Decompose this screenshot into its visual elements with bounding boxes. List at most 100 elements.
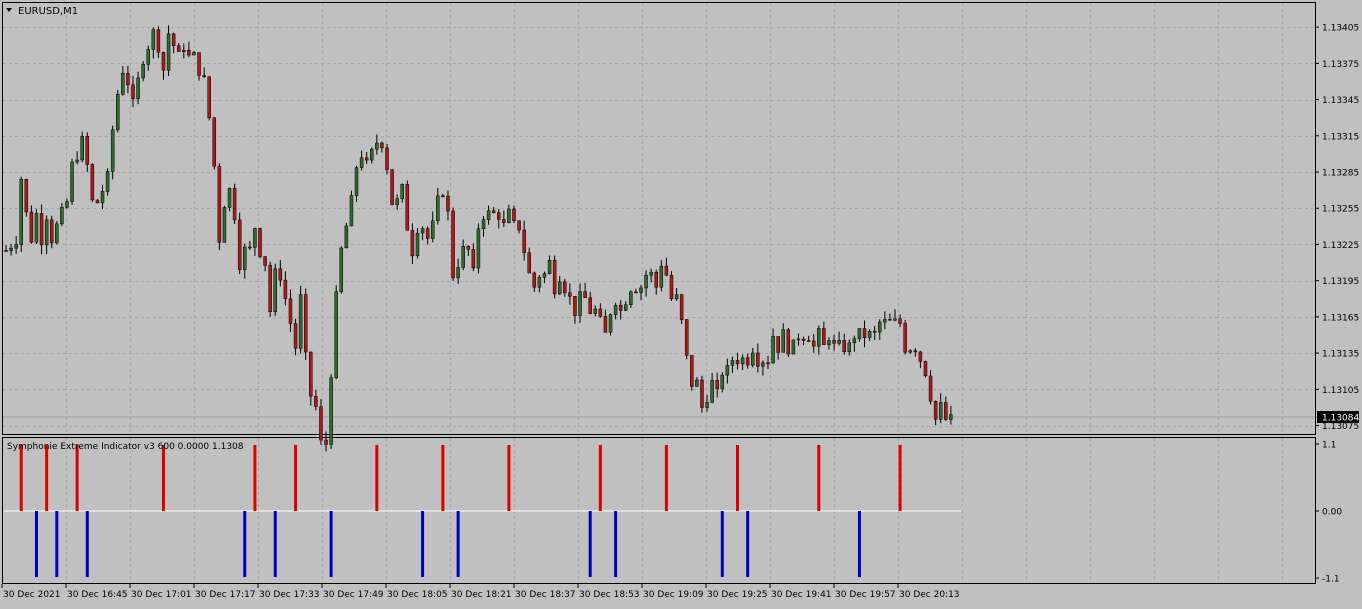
candle (735, 360, 740, 365)
candle (751, 352, 755, 366)
candle (121, 72, 125, 95)
candle (451, 210, 455, 279)
candle (456, 267, 460, 279)
candle (710, 380, 714, 403)
indicator-tick-label: 1.1 (1322, 441, 1336, 451)
indicator-bars (4, 445, 962, 577)
candle (4, 250, 8, 252)
candle (410, 230, 415, 257)
candle (283, 279, 288, 300)
price-tag-text: 1.13084 (1322, 414, 1359, 424)
candle (237, 219, 242, 270)
candle (878, 321, 882, 333)
candle (613, 304, 618, 315)
candle (629, 291, 633, 305)
candle (781, 329, 785, 353)
candle (476, 228, 481, 269)
price-axis: 1.13405 1.13375 1.13345 1.13315 1.13285 1.132… (1315, 24, 1359, 432)
candle (811, 340, 816, 347)
candle (273, 268, 277, 312)
price-tick-label: 1.13225 (1322, 241, 1359, 251)
candle (776, 336, 780, 353)
candle (415, 232, 420, 257)
candle (944, 402, 948, 420)
candle (913, 350, 918, 353)
candle (522, 229, 526, 253)
candle (918, 351, 923, 362)
time-tick-label: 30 Dec 18:05 (387, 590, 448, 600)
candle (639, 287, 643, 293)
candle (847, 342, 852, 353)
candle (95, 199, 100, 204)
candle (268, 265, 272, 312)
candle (55, 223, 59, 244)
price-tick-label: 1.13255 (1322, 205, 1359, 215)
candle (156, 29, 161, 53)
time-tick-label: 30 Dec 17:01 (131, 590, 192, 600)
candle (908, 350, 912, 353)
candle (786, 329, 791, 355)
candle (695, 379, 699, 387)
triangle-down-icon[interactable] (6, 8, 12, 12)
candle (862, 328, 867, 338)
time-tick-label: 30 Dec 19:09 (643, 590, 704, 600)
indicator-tick-label: 0.00 (1322, 508, 1342, 518)
time-tick-label: 30 Dec 20:13 (899, 590, 960, 600)
candle (309, 351, 313, 397)
candle (100, 191, 105, 204)
symbol-header[interactable]: EURUSD,M1 (6, 6, 78, 17)
candle (507, 208, 511, 223)
candle (928, 375, 933, 402)
candle (573, 296, 577, 316)
candle (80, 136, 84, 161)
candle (547, 259, 552, 274)
candle (766, 362, 770, 365)
candle (171, 33, 176, 46)
candle (405, 184, 410, 231)
candle (486, 210, 491, 220)
candle (441, 195, 445, 197)
time-tick-label: 30 Dec 17:33 (259, 590, 320, 600)
candle (593, 308, 598, 314)
candle (253, 228, 257, 248)
candle (425, 228, 430, 239)
candle (131, 84, 135, 100)
candle (380, 142, 384, 149)
candle (517, 220, 521, 231)
current-price-tag: 1.13084 (1317, 411, 1359, 424)
candle (583, 291, 587, 299)
candle (182, 50, 186, 52)
candle (801, 338, 806, 341)
candle (740, 357, 745, 365)
candle (9, 247, 13, 251)
candle (481, 219, 486, 229)
candle (512, 208, 516, 221)
candle (354, 167, 359, 196)
candle (141, 63, 145, 79)
chart-canvas[interactable]: 1.13405 1.13375 1.13345 1.13315 1.13285 1.132… (0, 0, 1362, 605)
time-tick-label: 30 Dec 17:49 (323, 590, 384, 600)
candle (867, 330, 872, 338)
time-tick-label: 30 Dec 16:45 (67, 590, 128, 600)
candle (334, 291, 338, 378)
time-axis: 30 Dec 2021 30 Dec 16:45 30 Dec 17:01 30 De… (1, 584, 960, 600)
candle (288, 298, 293, 324)
indicator-axis: 1.1 0.00 -1.1 (1315, 441, 1342, 585)
candle (466, 246, 471, 250)
candle (390, 169, 394, 205)
candle (232, 188, 237, 221)
candle (542, 273, 547, 278)
candle (202, 75, 206, 77)
candle (339, 247, 344, 292)
candle (207, 76, 211, 119)
candle (110, 129, 115, 172)
candle (278, 268, 283, 281)
candle (923, 361, 928, 377)
candle (578, 291, 582, 316)
candle (827, 340, 831, 345)
time-tick-label: 30 Dec 18:21 (451, 590, 512, 600)
candle (34, 213, 39, 243)
candle (568, 292, 572, 297)
time-tick-label: 30 Dec 17:17 (195, 590, 256, 600)
candle (314, 395, 318, 407)
